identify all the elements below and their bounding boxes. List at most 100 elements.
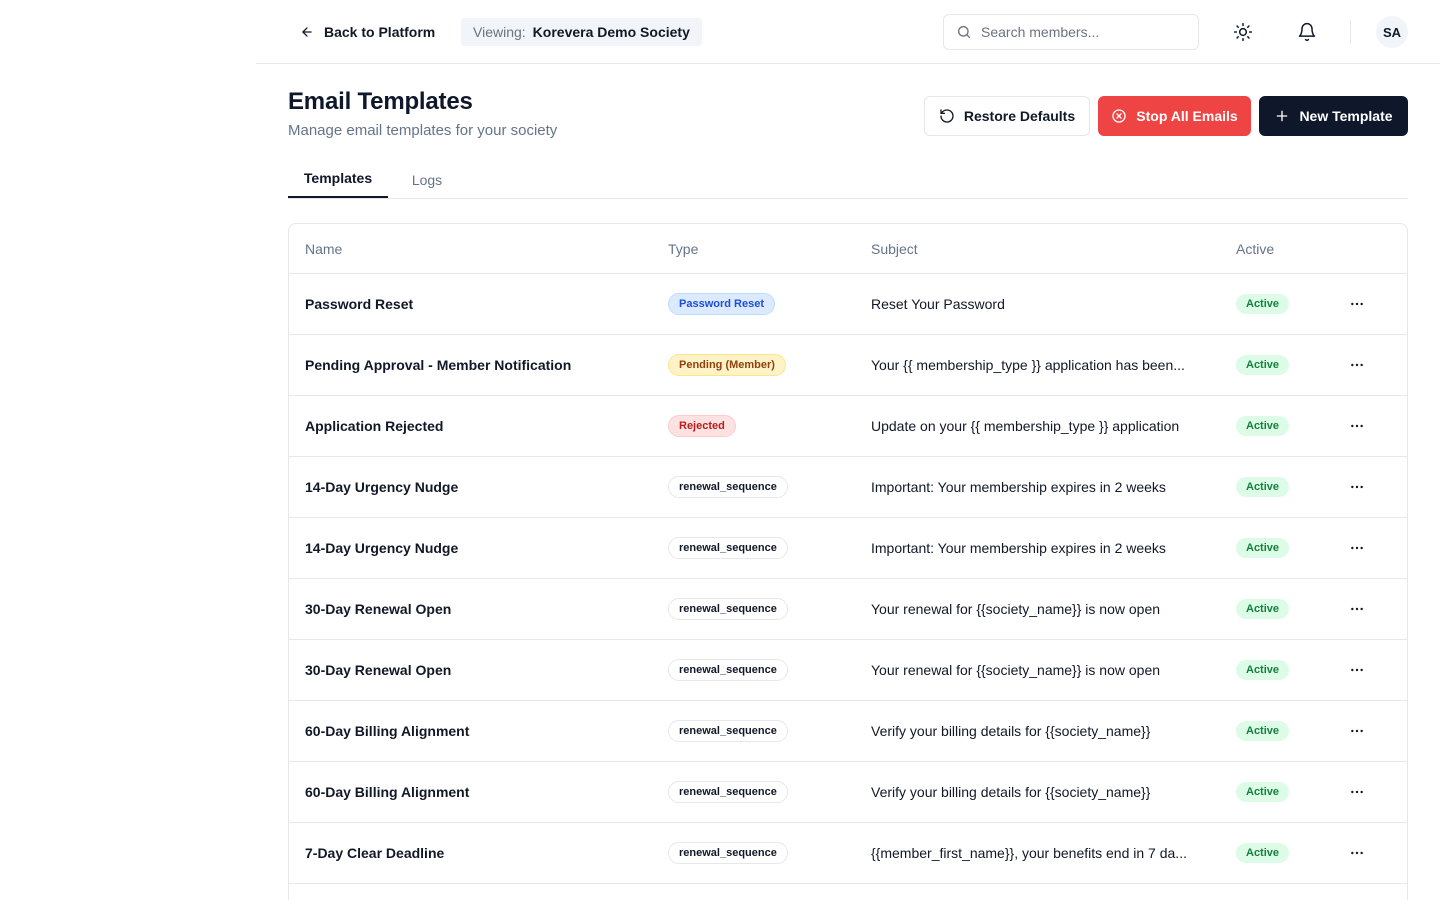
active-cell: Active [1236, 701, 1290, 761]
subject-cell: Important: Your membership expires in 2 … [871, 518, 1211, 578]
more-horizontal-icon [1351, 668, 1363, 672]
type-cell: renewal_sequence [668, 518, 788, 578]
type-cell: renewal_sequence [668, 701, 788, 761]
row-actions-button[interactable] [1341, 776, 1373, 808]
row-actions-button[interactable] [1341, 593, 1373, 625]
subject-cell: Important: Your membership expires in 2 … [871, 457, 1211, 517]
template-subject: {{member_first_name}}, your benefits end… [871, 845, 1187, 861]
type-cell: renewal_sequence [668, 457, 788, 517]
more-horizontal-icon [1351, 851, 1363, 855]
restore-defaults-button[interactable]: Restore Defaults [924, 96, 1090, 136]
table-row[interactable]: Password Reset Password Reset Reset Your P… [289, 274, 1407, 335]
table-row[interactable]: 30-Day Renewal Open renewal_sequence Your … [289, 640, 1407, 701]
more-horizontal-icon [1351, 424, 1363, 428]
plus-icon [1277, 110, 1288, 122]
type-badge: renewal_sequence [668, 842, 788, 864]
menu-cell [1341, 579, 1373, 639]
template-subject: Verify your billing details for {{societ… [871, 723, 1151, 739]
subject-cell: Your renewal for {{society_name}} is now… [871, 640, 1211, 700]
template-name: Application Rejected [305, 418, 444, 434]
more-horizontal-icon [1351, 607, 1363, 611]
row-actions-button[interactable] [1341, 654, 1373, 686]
row-actions-button[interactable] [1341, 288, 1373, 320]
table-row[interactable]: 14-Day Urgency Nudge renewal_sequence Impo… [289, 457, 1407, 518]
menu-cell [1341, 274, 1373, 334]
active-cell: Active [1236, 823, 1290, 883]
column-header-subject: Subject [871, 241, 918, 257]
template-name: 7-Day Clear Deadline [305, 845, 445, 861]
active-cell: Active [1236, 579, 1290, 639]
more-horizontal-icon [1351, 485, 1363, 489]
template-name: 30-Day Renewal Open [305, 601, 452, 617]
row-actions-button[interactable] [1341, 471, 1373, 503]
member-search[interactable] [943, 14, 1199, 50]
stop-all-emails-button[interactable]: Stop All Emails [1098, 96, 1251, 136]
row-actions-button[interactable] [1341, 837, 1373, 869]
active-status-badge: Active [1236, 355, 1290, 375]
back-to-platform-link[interactable]: Back to Platform [300, 18, 435, 46]
search-input[interactable] [981, 24, 1181, 40]
menu-cell [1341, 701, 1373, 761]
subject-cell: Verify your billing details for {{societ… [871, 762, 1211, 822]
table-row[interactable]: 7-Day Clear Deadline renewal_sequence {{me… [289, 823, 1407, 884]
new-template-button[interactable]: New Template [1259, 96, 1408, 136]
more-horizontal-icon [1351, 790, 1363, 794]
tab-templates[interactable]: Templates [288, 160, 388, 198]
type-cell: Password Reset [668, 274, 775, 334]
sidebar-area [0, 0, 256, 900]
type-badge: renewal_sequence [668, 476, 788, 498]
type-cell: renewal_sequence [668, 579, 788, 639]
row-actions-button[interactable] [1341, 715, 1373, 747]
type-badge: Rejected [668, 415, 736, 437]
back-link-label: Back to Platform [324, 24, 436, 40]
viewing-society-name: Korevera Demo Society [532, 24, 690, 40]
template-name: Pending Approval - Member Notification [305, 357, 572, 373]
subject-cell: Your renewal for {{society_name}} is now… [871, 579, 1211, 639]
active-status-badge: Active [1236, 538, 1290, 558]
type-badge: Pending (Member) [668, 354, 786, 376]
type-cell: Pending (Member) [668, 335, 786, 395]
table-row[interactable]: 14-Day Urgency Nudge renewal_sequence Impo… [289, 518, 1407, 579]
table-row[interactable]: Pending Approval - Member Notification Pe… [289, 335, 1407, 396]
row-actions-button[interactable] [1341, 532, 1373, 564]
more-horizontal-icon [1351, 729, 1363, 733]
active-status-badge: Active [1236, 599, 1290, 619]
stop-all-emails-label: Stop All Emails [1136, 108, 1238, 124]
table-row[interactable]: 60-Day Billing Alignment renewal_sequence… [289, 762, 1407, 823]
tab-logs[interactable]: Logs [388, 160, 466, 199]
row-actions-button[interactable] [1341, 349, 1373, 381]
active-cell: Active [1236, 762, 1290, 822]
bell-icon [1298, 22, 1316, 42]
active-status-badge: Active [1236, 660, 1290, 680]
active-status-badge: Active [1236, 782, 1290, 802]
active-status-badge: Active [1236, 721, 1290, 741]
more-horizontal-icon [1351, 546, 1363, 550]
subject-cell: Your {{ membership_type }} application h… [871, 335, 1211, 395]
user-avatar[interactable]: SA [1376, 16, 1408, 48]
template-name: 14-Day Urgency Nudge [305, 540, 459, 556]
active-status-badge: Active [1236, 843, 1290, 863]
active-cell: Active [1236, 457, 1290, 517]
table-row[interactable]: Application Rejected Rejected Update on yo… [289, 396, 1407, 457]
type-badge: renewal_sequence [668, 537, 788, 559]
active-cell: Active [1236, 274, 1290, 334]
type-cell: renewal_sequence [668, 823, 788, 883]
theme-toggle-button[interactable] [1227, 16, 1259, 48]
notifications-button[interactable] [1291, 16, 1323, 48]
subject-cell: {{member_first_name}}, your benefits end… [871, 823, 1211, 883]
search-icon [958, 26, 970, 38]
viewing-label: Viewing: [473, 24, 526, 40]
templates-table: Name Type Subject Active Password Reset P… [288, 223, 1408, 900]
table-row[interactable]: 60-Day Billing Alignment renewal_sequence… [289, 701, 1407, 762]
menu-cell [1341, 396, 1373, 456]
table-row[interactable]: 30-Day Renewal Open renewal_sequence Your … [289, 579, 1407, 640]
type-cell: renewal_sequence [668, 762, 788, 822]
viewing-society-chip: Viewing: Korevera Demo Society [461, 18, 702, 46]
template-subject: Your renewal for {{society_name}} is now… [871, 662, 1161, 678]
row-actions-button[interactable] [1341, 410, 1373, 442]
template-name: 60-Day Billing Alignment [305, 723, 470, 739]
template-name: 30-Day Renewal Open [305, 662, 452, 678]
table-body: Password Reset Password Reset Reset Your P… [289, 274, 1407, 884]
new-template-label: New Template [1299, 108, 1393, 124]
subject-cell: Verify your billing details for {{societ… [871, 701, 1211, 761]
